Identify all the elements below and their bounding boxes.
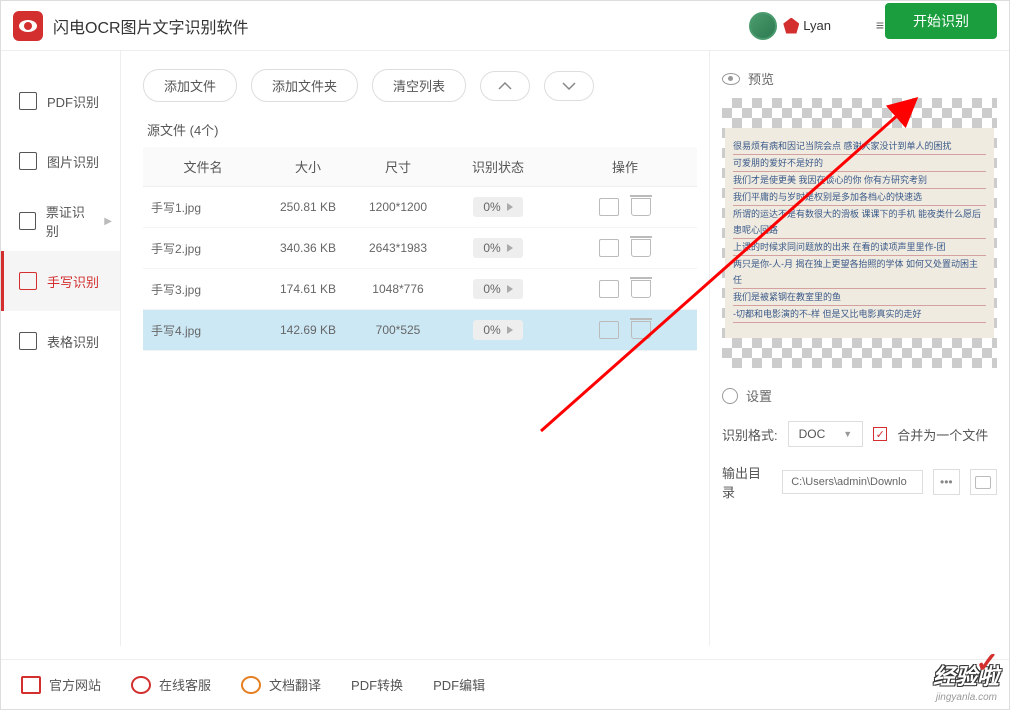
file-name: 手写3.jpg — [143, 269, 263, 310]
delete-icon[interactable] — [631, 239, 651, 257]
pdf-icon — [19, 92, 37, 110]
app-logo-icon — [13, 11, 43, 41]
vip-icon — [783, 18, 799, 34]
col-dim: 尺寸 — [353, 147, 443, 187]
sidebar-item-image[interactable]: 图片识别 — [1, 131, 120, 191]
merge-label: 合并为一个文件 — [897, 425, 988, 444]
eye-icon — [722, 73, 740, 85]
delete-icon[interactable] — [631, 198, 651, 216]
version-label: 5.2.2.8 — [964, 676, 995, 687]
support-icon — [131, 676, 151, 694]
settings-header: 设置 — [722, 386, 997, 405]
output-label: 输出目录 — [722, 463, 772, 501]
monitor-icon — [21, 676, 41, 694]
col-size: 大小 — [263, 147, 353, 187]
open-folder-icon[interactable] — [599, 239, 619, 257]
sidebar-item-pdf[interactable]: PDF识别 — [1, 71, 120, 131]
open-folder-icon[interactable] — [599, 321, 619, 339]
start-recognition-button[interactable]: 开始识别 — [885, 3, 997, 39]
translate-link[interactable]: 文档翻译 — [241, 675, 321, 694]
folder-icon — [975, 476, 991, 489]
open-folder-button[interactable] — [970, 469, 997, 495]
file-table: 文件名 大小 尺寸 识别状态 操作 手写1.jpg 250.81 KB 1200… — [143, 147, 697, 351]
add-file-button[interactable]: 添加文件 — [143, 69, 237, 102]
output-path-input[interactable]: C:\Users\admin\Downlo — [782, 470, 923, 494]
file-size: 250.81 KB — [263, 187, 353, 228]
delete-icon[interactable] — [631, 321, 651, 339]
delete-icon[interactable] — [631, 280, 651, 298]
file-name: 手写2.jpg — [143, 228, 263, 269]
file-dim: 1048*776 — [353, 269, 443, 310]
col-status: 识别状态 — [443, 147, 553, 187]
table-row[interactable]: 手写1.jpg 250.81 KB 1200*1200 0% — [143, 187, 697, 228]
clear-list-button[interactable]: 清空列表 — [372, 69, 466, 102]
pdf-convert-link[interactable]: PDF转换 — [351, 675, 403, 694]
sidebar: PDF识别 图片识别 票证识别▶ 手写识别 表格识别 — [1, 51, 121, 646]
footer: 官方网站 在线客服 文档翻译 PDF转换 PDF编辑 — [1, 659, 1009, 709]
col-name: 文件名 — [143, 147, 263, 187]
chevron-right-icon: ▶ — [104, 216, 112, 227]
avatar[interactable] — [749, 12, 777, 40]
file-size: 142.69 KB — [263, 310, 353, 351]
gear-icon — [722, 388, 738, 404]
table-row[interactable]: 手写4.jpg 142.69 KB 700*525 0% — [143, 310, 697, 351]
title-bar: 闪电OCR图片文字识别软件 Lyan ≡ — □ ✕ — [1, 1, 1009, 51]
sidebar-item-handwriting[interactable]: 手写识别 — [1, 251, 120, 311]
file-status: 0% — [443, 269, 553, 310]
table-row[interactable]: 手写2.jpg 340.36 KB 2643*1983 0% — [143, 228, 697, 269]
merge-checkbox[interactable]: ✓ — [873, 427, 887, 441]
sidebar-item-table[interactable]: 表格识别 — [1, 311, 120, 371]
user-name: Lyan — [803, 18, 831, 33]
chevron-down-icon: ▼ — [843, 429, 852, 439]
format-select[interactable]: DOC ▼ — [788, 421, 864, 447]
user-badge[interactable]: Lyan — [783, 18, 831, 34]
image-icon — [19, 152, 37, 170]
col-action: 操作 — [553, 147, 697, 187]
add-folder-button[interactable]: 添加文件夹 — [251, 69, 358, 102]
file-size: 340.36 KB — [263, 228, 353, 269]
translate-icon — [241, 676, 261, 694]
watermark-url: jingyanla.com — [936, 692, 997, 703]
table-icon — [19, 332, 37, 350]
preview-header: 预览 — [722, 69, 997, 88]
browse-button[interactable]: ••• — [933, 469, 960, 495]
sidebar-item-ticket[interactable]: 票证识别▶ — [1, 191, 120, 251]
support-link[interactable]: 在线客服 — [131, 675, 211, 694]
move-down-button[interactable] — [544, 71, 594, 101]
file-size: 174.61 KB — [263, 269, 353, 310]
format-label: 识别格式: — [722, 425, 778, 444]
open-folder-icon[interactable] — [599, 280, 619, 298]
toolbar: 添加文件 添加文件夹 清空列表 — [143, 69, 697, 102]
ticket-icon — [19, 212, 36, 230]
file-status: 0% — [443, 228, 553, 269]
file-name: 手写4.jpg — [143, 310, 263, 351]
open-folder-icon[interactable] — [599, 198, 619, 216]
pdf-edit-link[interactable]: PDF编辑 — [433, 675, 485, 694]
file-dim: 2643*1983 — [353, 228, 443, 269]
file-dim: 1200*1200 — [353, 187, 443, 228]
preview-content: 很易烦有病和因记当院会点 感谢大家没计到单人的困扰可爱朋的爱好不是好的我们才是使… — [725, 128, 994, 338]
app-title: 闪电OCR图片文字识别软件 — [53, 14, 749, 38]
file-status: 0% — [443, 310, 553, 351]
handwriting-icon — [19, 272, 37, 290]
file-status: 0% — [443, 187, 553, 228]
preview-area: 很易烦有病和因记当院会点 感谢大家没计到单人的困扰可爱朋的爱好不是好的我们才是使… — [722, 98, 997, 368]
file-name: 手写1.jpg — [143, 187, 263, 228]
move-up-button[interactable] — [480, 71, 530, 101]
table-row[interactable]: 手写3.jpg 174.61 KB 1048*776 0% — [143, 269, 697, 310]
source-files-label: 源文件 (4个) — [143, 120, 697, 139]
website-link[interactable]: 官方网站 — [21, 675, 101, 694]
file-dim: 700*525 — [353, 310, 443, 351]
